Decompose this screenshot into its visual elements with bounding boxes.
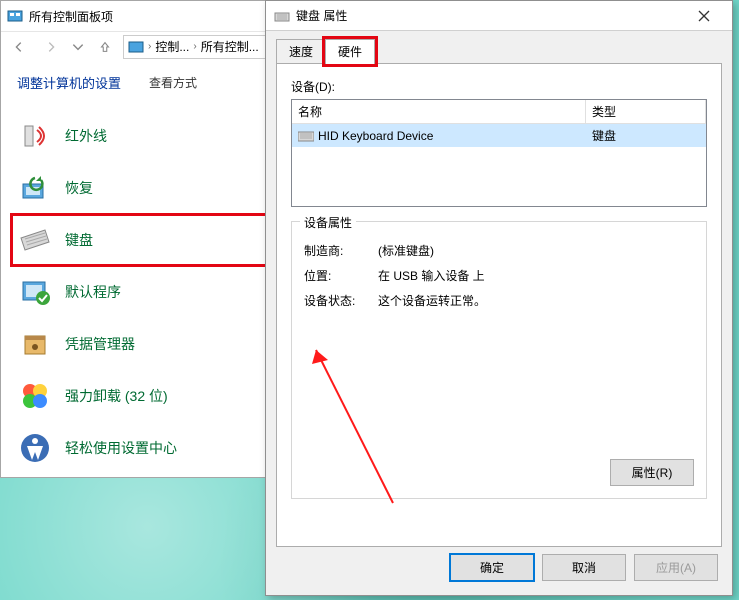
keyboard-small-icon xyxy=(274,8,290,24)
recovery-icon xyxy=(19,172,51,204)
tab-panel-hardware: 设备(D): 名称 类型 HID Keyboard Device 键盘 设备属性 xyxy=(276,63,722,547)
cp-item-label: 键盘 xyxy=(65,230,93,250)
device-row-name: HID Keyboard Device xyxy=(292,124,586,147)
button-label: 确定 xyxy=(480,561,504,575)
cancel-button[interactable]: 取消 xyxy=(542,554,626,581)
close-icon xyxy=(698,10,710,22)
prop-status: 设备状态: 这个设备运转正常。 xyxy=(304,292,694,309)
recent-dropdown[interactable] xyxy=(69,35,87,59)
cp-item-label: 凭据管理器 xyxy=(65,334,135,354)
prop-value: 这个设备运转正常。 xyxy=(378,292,694,309)
back-button[interactable] xyxy=(5,35,33,59)
prop-value: (标准键盘) xyxy=(378,242,694,259)
view-mode-label[interactable]: 查看方式 xyxy=(149,74,197,91)
dialog-titlebar[interactable]: 键盘 属性 xyxy=(266,1,732,31)
keyboard-properties-dialog: 键盘 属性 速度 硬件 设备(D): 名称 类型 HID Keyboard De… xyxy=(265,0,733,596)
button-label: 应用(A) xyxy=(656,561,696,575)
devices-label: 设备(D): xyxy=(291,78,707,95)
infrared-icon xyxy=(19,120,51,152)
chevron-right-icon: › xyxy=(191,41,198,52)
prop-location: 位置: 在 USB 输入设备 上 xyxy=(304,267,694,284)
breadcrumb-part[interactable]: 控制... xyxy=(155,38,189,55)
force-uninstall-icon xyxy=(19,380,51,412)
device-row-type: 键盘 xyxy=(586,124,706,147)
tab-label: 硬件 xyxy=(338,45,362,59)
breadcrumb-part[interactable]: 所有控制... xyxy=(201,38,259,55)
cp-item-label: 默认程序 xyxy=(65,282,121,302)
tab-label: 速度 xyxy=(289,45,313,59)
credential-manager-icon xyxy=(19,328,51,360)
device-name-text: HID Keyboard Device xyxy=(318,129,433,143)
keyboard-row-icon xyxy=(298,130,314,142)
cp-item-label: 轻松使用设置中心 xyxy=(65,438,177,458)
tab-speed[interactable]: 速度 xyxy=(276,39,326,63)
prop-key: 设备状态: xyxy=(304,292,378,309)
button-label: 属性(R) xyxy=(632,466,673,480)
dialog-body: 速度 硬件 设备(D): 名称 类型 HID Keyboard Device 键… xyxy=(266,31,732,545)
tab-strip: 速度 硬件 xyxy=(276,39,722,63)
group-title: 设备属性 xyxy=(300,214,356,231)
apply-button: 应用(A) xyxy=(634,554,718,581)
ok-button[interactable]: 确定 xyxy=(450,554,534,581)
dialog-title: 键盘 属性 xyxy=(296,7,347,24)
up-button[interactable] xyxy=(91,35,119,59)
prop-value: 在 USB 输入设备 上 xyxy=(378,267,694,284)
ease-of-access-icon xyxy=(19,432,51,464)
device-row[interactable]: HID Keyboard Device 键盘 xyxy=(292,124,706,147)
forward-button[interactable] xyxy=(37,35,65,59)
close-button[interactable] xyxy=(684,2,724,30)
cp-item-label: 恢复 xyxy=(65,178,93,198)
dialog-footer: 确定 取消 应用(A) xyxy=(266,545,732,589)
column-name[interactable]: 名称 xyxy=(292,100,586,123)
chevron-right-icon: › xyxy=(146,41,153,52)
adjust-settings-title: 调整计算机的设置 xyxy=(17,73,121,92)
control-panel-title: 所有控制面板项 xyxy=(29,8,113,25)
devices-listview[interactable]: 名称 类型 HID Keyboard Device 键盘 xyxy=(291,99,707,207)
button-label: 取消 xyxy=(572,561,596,575)
prop-manufacturer: 制造商: (标准键盘) xyxy=(304,242,694,259)
cp-item-label: 强力卸载 (32 位) xyxy=(65,386,168,406)
column-type[interactable]: 类型 xyxy=(586,100,706,123)
prop-key: 制造商: xyxy=(304,242,378,259)
tab-hardware[interactable]: 硬件 xyxy=(325,39,375,64)
cp-item-label: 红外线 xyxy=(65,126,107,146)
listview-header[interactable]: 名称 类型 xyxy=(292,100,706,124)
properties-button[interactable]: 属性(R) xyxy=(610,459,694,486)
default-programs-icon xyxy=(19,276,51,308)
control-panel-icon xyxy=(7,8,23,24)
keyboard-icon xyxy=(19,224,51,256)
device-properties-group: 设备属性 制造商: (标准键盘) 位置: 在 USB 输入设备 上 设备状态: … xyxy=(291,221,707,499)
control-panel-crumb-icon xyxy=(128,39,144,55)
prop-key: 位置: xyxy=(304,267,378,284)
